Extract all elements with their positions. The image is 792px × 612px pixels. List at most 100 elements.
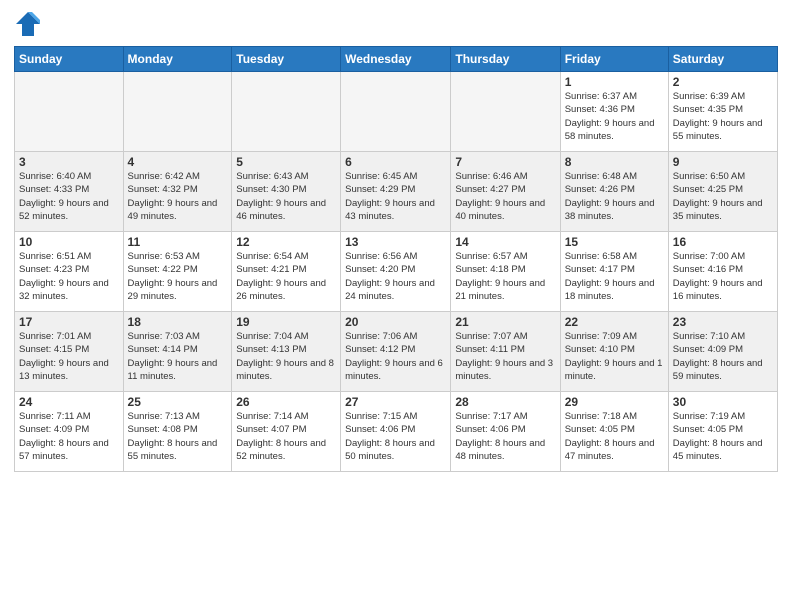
calendar-day: [123, 72, 232, 152]
day-info: Sunrise: 7:15 AM Sunset: 4:06 PM Dayligh…: [345, 410, 446, 463]
calendar-week-row: 17Sunrise: 7:01 AM Sunset: 4:15 PM Dayli…: [15, 312, 778, 392]
calendar-day: 9Sunrise: 6:50 AM Sunset: 4:25 PM Daylig…: [668, 152, 777, 232]
day-info: Sunrise: 6:51 AM Sunset: 4:23 PM Dayligh…: [19, 250, 119, 303]
calendar-day: 21Sunrise: 7:07 AM Sunset: 4:11 PM Dayli…: [451, 312, 560, 392]
day-number: 25: [128, 395, 228, 409]
calendar-day: [341, 72, 451, 152]
calendar-day: 4Sunrise: 6:42 AM Sunset: 4:32 PM Daylig…: [123, 152, 232, 232]
day-number: 3: [19, 155, 119, 169]
day-info: Sunrise: 7:11 AM Sunset: 4:09 PM Dayligh…: [19, 410, 119, 463]
day-info: Sunrise: 6:39 AM Sunset: 4:35 PM Dayligh…: [673, 90, 773, 143]
day-info: Sunrise: 6:58 AM Sunset: 4:17 PM Dayligh…: [565, 250, 664, 303]
calendar-day: 25Sunrise: 7:13 AM Sunset: 4:08 PM Dayli…: [123, 392, 232, 472]
calendar-day: 26Sunrise: 7:14 AM Sunset: 4:07 PM Dayli…: [232, 392, 341, 472]
calendar-header-wednesday: Wednesday: [341, 47, 451, 72]
day-number: 5: [236, 155, 336, 169]
day-number: 14: [455, 235, 555, 249]
calendar-day: 16Sunrise: 7:00 AM Sunset: 4:16 PM Dayli…: [668, 232, 777, 312]
day-number: 18: [128, 315, 228, 329]
day-info: Sunrise: 7:06 AM Sunset: 4:12 PM Dayligh…: [345, 330, 446, 383]
calendar-day: 7Sunrise: 6:46 AM Sunset: 4:27 PM Daylig…: [451, 152, 560, 232]
day-number: 8: [565, 155, 664, 169]
day-number: 6: [345, 155, 446, 169]
day-number: 16: [673, 235, 773, 249]
calendar-week-row: 24Sunrise: 7:11 AM Sunset: 4:09 PM Dayli…: [15, 392, 778, 472]
day-number: 4: [128, 155, 228, 169]
day-number: 17: [19, 315, 119, 329]
calendar-day: 28Sunrise: 7:17 AM Sunset: 4:06 PM Dayli…: [451, 392, 560, 472]
day-number: 26: [236, 395, 336, 409]
calendar-day: 10Sunrise: 6:51 AM Sunset: 4:23 PM Dayli…: [15, 232, 124, 312]
calendar-header-thursday: Thursday: [451, 47, 560, 72]
day-number: 30: [673, 395, 773, 409]
day-info: Sunrise: 7:18 AM Sunset: 4:05 PM Dayligh…: [565, 410, 664, 463]
day-info: Sunrise: 6:50 AM Sunset: 4:25 PM Dayligh…: [673, 170, 773, 223]
calendar-header-tuesday: Tuesday: [232, 47, 341, 72]
day-info: Sunrise: 7:03 AM Sunset: 4:14 PM Dayligh…: [128, 330, 228, 383]
day-info: Sunrise: 7:13 AM Sunset: 4:08 PM Dayligh…: [128, 410, 228, 463]
calendar-header-row: SundayMondayTuesdayWednesdayThursdayFrid…: [15, 47, 778, 72]
day-number: 24: [19, 395, 119, 409]
calendar-day: 18Sunrise: 7:03 AM Sunset: 4:14 PM Dayli…: [123, 312, 232, 392]
calendar-day: 11Sunrise: 6:53 AM Sunset: 4:22 PM Dayli…: [123, 232, 232, 312]
calendar-header-monday: Monday: [123, 47, 232, 72]
day-number: 1: [565, 75, 664, 89]
day-info: Sunrise: 6:56 AM Sunset: 4:20 PM Dayligh…: [345, 250, 446, 303]
day-number: 29: [565, 395, 664, 409]
calendar-day: [232, 72, 341, 152]
calendar-day: 24Sunrise: 7:11 AM Sunset: 4:09 PM Dayli…: [15, 392, 124, 472]
calendar-day: 20Sunrise: 7:06 AM Sunset: 4:12 PM Dayli…: [341, 312, 451, 392]
day-number: 27: [345, 395, 446, 409]
day-number: 20: [345, 315, 446, 329]
day-number: 12: [236, 235, 336, 249]
day-number: 2: [673, 75, 773, 89]
calendar-day: 2Sunrise: 6:39 AM Sunset: 4:35 PM Daylig…: [668, 72, 777, 152]
day-info: Sunrise: 6:53 AM Sunset: 4:22 PM Dayligh…: [128, 250, 228, 303]
calendar-day: 30Sunrise: 7:19 AM Sunset: 4:05 PM Dayli…: [668, 392, 777, 472]
day-info: Sunrise: 6:45 AM Sunset: 4:29 PM Dayligh…: [345, 170, 446, 223]
day-number: 21: [455, 315, 555, 329]
calendar-day: 19Sunrise: 7:04 AM Sunset: 4:13 PM Dayli…: [232, 312, 341, 392]
day-number: 13: [345, 235, 446, 249]
calendar-day: 15Sunrise: 6:58 AM Sunset: 4:17 PM Dayli…: [560, 232, 668, 312]
calendar-day: 8Sunrise: 6:48 AM Sunset: 4:26 PM Daylig…: [560, 152, 668, 232]
calendar-day: 3Sunrise: 6:40 AM Sunset: 4:33 PM Daylig…: [15, 152, 124, 232]
calendar-day: 12Sunrise: 6:54 AM Sunset: 4:21 PM Dayli…: [232, 232, 341, 312]
calendar-day: 13Sunrise: 6:56 AM Sunset: 4:20 PM Dayli…: [341, 232, 451, 312]
day-number: 11: [128, 235, 228, 249]
calendar-header-friday: Friday: [560, 47, 668, 72]
day-info: Sunrise: 6:40 AM Sunset: 4:33 PM Dayligh…: [19, 170, 119, 223]
day-number: 15: [565, 235, 664, 249]
calendar-header-saturday: Saturday: [668, 47, 777, 72]
day-info: Sunrise: 7:09 AM Sunset: 4:10 PM Dayligh…: [565, 330, 664, 383]
day-info: Sunrise: 7:10 AM Sunset: 4:09 PM Dayligh…: [673, 330, 773, 383]
calendar-day: 17Sunrise: 7:01 AM Sunset: 4:15 PM Dayli…: [15, 312, 124, 392]
day-info: Sunrise: 6:43 AM Sunset: 4:30 PM Dayligh…: [236, 170, 336, 223]
calendar-day: 27Sunrise: 7:15 AM Sunset: 4:06 PM Dayli…: [341, 392, 451, 472]
calendar-day: 23Sunrise: 7:10 AM Sunset: 4:09 PM Dayli…: [668, 312, 777, 392]
calendar-day: 14Sunrise: 6:57 AM Sunset: 4:18 PM Dayli…: [451, 232, 560, 312]
day-number: 9: [673, 155, 773, 169]
calendar-day: 29Sunrise: 7:18 AM Sunset: 4:05 PM Dayli…: [560, 392, 668, 472]
calendar-day: 1Sunrise: 6:37 AM Sunset: 4:36 PM Daylig…: [560, 72, 668, 152]
day-info: Sunrise: 7:19 AM Sunset: 4:05 PM Dayligh…: [673, 410, 773, 463]
calendar-week-row: 10Sunrise: 6:51 AM Sunset: 4:23 PM Dayli…: [15, 232, 778, 312]
logo-icon: [14, 10, 42, 38]
day-info: Sunrise: 6:57 AM Sunset: 4:18 PM Dayligh…: [455, 250, 555, 303]
day-info: Sunrise: 6:46 AM Sunset: 4:27 PM Dayligh…: [455, 170, 555, 223]
page: SundayMondayTuesdayWednesdayThursdayFrid…: [0, 0, 792, 612]
calendar-week-row: 1Sunrise: 6:37 AM Sunset: 4:36 PM Daylig…: [15, 72, 778, 152]
calendar-day: 5Sunrise: 6:43 AM Sunset: 4:30 PM Daylig…: [232, 152, 341, 232]
day-info: Sunrise: 7:07 AM Sunset: 4:11 PM Dayligh…: [455, 330, 555, 383]
day-number: 10: [19, 235, 119, 249]
day-info: Sunrise: 6:37 AM Sunset: 4:36 PM Dayligh…: [565, 90, 664, 143]
day-info: Sunrise: 6:42 AM Sunset: 4:32 PM Dayligh…: [128, 170, 228, 223]
day-number: 19: [236, 315, 336, 329]
day-number: 7: [455, 155, 555, 169]
header: [14, 10, 778, 38]
day-number: 22: [565, 315, 664, 329]
calendar-day: 22Sunrise: 7:09 AM Sunset: 4:10 PM Dayli…: [560, 312, 668, 392]
calendar-week-row: 3Sunrise: 6:40 AM Sunset: 4:33 PM Daylig…: [15, 152, 778, 232]
day-info: Sunrise: 7:01 AM Sunset: 4:15 PM Dayligh…: [19, 330, 119, 383]
day-number: 28: [455, 395, 555, 409]
